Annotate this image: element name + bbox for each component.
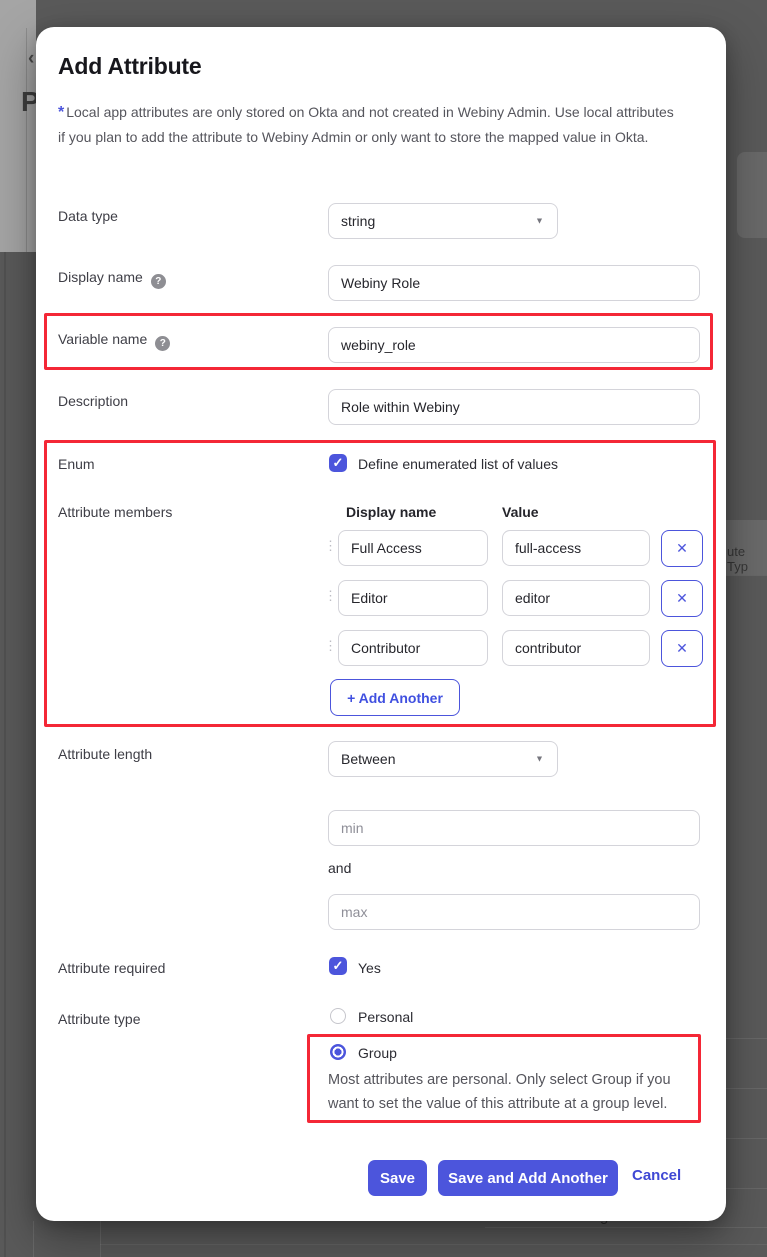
description-input[interactable] [328, 389, 700, 425]
enum-label: Enum [58, 456, 95, 472]
cancel-button[interactable]: Cancel [632, 1167, 681, 1184]
variable-name-input[interactable] [328, 327, 700, 363]
remove-member-button[interactable]: ✕ [661, 580, 703, 617]
remove-member-button[interactable]: ✕ [661, 530, 703, 567]
save-button[interactable]: Save [368, 1160, 427, 1196]
background-column-header-fragment: ute Typ [727, 544, 767, 574]
member-value-input[interactable] [502, 630, 650, 666]
chevron-down-icon [534, 215, 545, 227]
background-button-fragment [737, 152, 767, 238]
background-page-header [0, 0, 36, 252]
personal-radio[interactable] [330, 1008, 346, 1024]
add-attribute-modal: Add Attribute *Local app attributes are … [36, 27, 726, 1221]
group-radio-label: Group [358, 1045, 397, 1061]
save-and-add-another-button[interactable]: Save and Add Another [438, 1160, 618, 1196]
background-row-divider [485, 1227, 767, 1228]
local-attribute-note: *Local app attributes are only stored on… [58, 100, 676, 150]
variable-name-label: Variable name [58, 331, 170, 351]
background-panel-border [4, 252, 6, 1257]
data-type-value: string [341, 213, 375, 229]
min-length-input[interactable] [328, 810, 700, 846]
attribute-required-checkbox-label: Yes [358, 960, 381, 976]
enum-checkbox[interactable] [329, 454, 347, 472]
attribute-length-select[interactable]: Between [328, 741, 558, 777]
member-display-name-input[interactable] [338, 580, 488, 616]
max-length-input[interactable] [328, 894, 700, 930]
attribute-required-checkbox[interactable] [329, 957, 347, 975]
background-row-divider [726, 1188, 767, 1189]
background-row-divider [100, 1244, 767, 1245]
group-radio[interactable] [330, 1044, 346, 1060]
background-row-divider [726, 575, 767, 576]
back-chevron-icon: ‹ [28, 48, 34, 70]
attribute-length-value: Between [341, 751, 395, 767]
background-table-border [26, 28, 27, 252]
attribute-required-label: Attribute required [58, 960, 165, 976]
background-column-border [33, 1221, 34, 1257]
member-value-input[interactable] [502, 530, 650, 566]
background-row-divider [726, 1088, 767, 1089]
drag-handle-icon[interactable]: ⋮ [324, 640, 336, 652]
background-column-border [100, 1221, 101, 1257]
chevron-down-icon [534, 753, 545, 765]
personal-radio-label: Personal [358, 1009, 413, 1025]
member-display-name-input[interactable] [338, 630, 488, 666]
required-asterisk-icon: * [58, 104, 64, 121]
description-label: Description [58, 393, 128, 409]
remove-member-button[interactable]: ✕ [661, 630, 703, 667]
background-row-divider [726, 1038, 767, 1039]
help-icon[interactable] [151, 274, 166, 289]
display-name-input[interactable] [328, 265, 700, 301]
data-type-select[interactable]: string [328, 203, 558, 239]
drag-handle-icon[interactable]: ⋮ [324, 540, 336, 552]
drag-handle-icon[interactable]: ⋮ [324, 590, 336, 602]
modal-title: Add Attribute [58, 53, 201, 80]
attribute-type-label: Attribute type [58, 1011, 141, 1027]
note-text: Local app attributes are only stored on … [58, 104, 674, 145]
background-row-divider [726, 1138, 767, 1139]
data-type-label: Data type [58, 208, 118, 224]
attribute-length-label: Attribute length [58, 746, 152, 762]
enum-checkbox-label: Define enumerated list of values [358, 456, 558, 472]
add-another-member-button[interactable]: + Add Another [330, 679, 460, 716]
attribute-members-label: Attribute members [58, 504, 172, 520]
group-help-text: Most attributes are personal. Only selec… [328, 1068, 700, 1116]
members-column-value: Value [502, 504, 539, 520]
length-separator-label: and [328, 860, 351, 876]
member-value-input[interactable] [502, 580, 650, 616]
help-icon[interactable] [155, 336, 170, 351]
members-column-display-name: Display name [346, 504, 436, 520]
display-name-label: Display name [58, 269, 166, 289]
member-display-name-input[interactable] [338, 530, 488, 566]
